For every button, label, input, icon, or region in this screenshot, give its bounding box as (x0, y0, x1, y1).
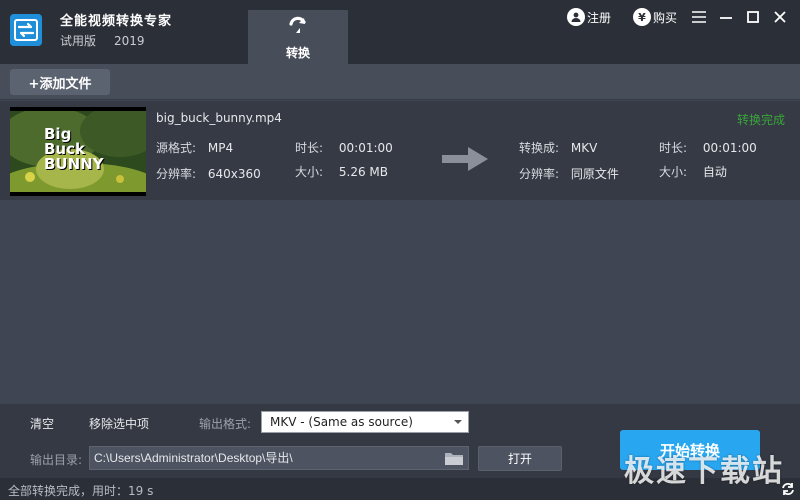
register-link[interactable]: 注册 (567, 6, 611, 28)
folder-icon[interactable] (444, 450, 464, 466)
status-bar: 全部转换完成，用时：19 s (0, 478, 800, 500)
status-badge: 转换完成 (737, 113, 786, 127)
minimize-icon[interactable] (717, 8, 735, 26)
target-resolution-key: 分辨率: (519, 167, 560, 181)
source-resolution: 分辨率: 640x360 (156, 165, 261, 182)
open-button[interactable]: 打开 (478, 446, 562, 471)
menu-icon[interactable] (690, 8, 708, 26)
output-dir-field[interactable]: C:\Users\Administrator\Desktop\导出\ (89, 446, 469, 470)
source-duration-key: 时长: (295, 141, 324, 155)
target-size: 大小: 自动 (659, 163, 727, 180)
target-resolution-value: 同原文件 (570, 167, 619, 181)
source-format-key: 源格式: (156, 141, 197, 155)
title-bar: 全能视频转换专家 试用版 2019 转换 注册 ¥ 购买 (0, 0, 800, 64)
bottom-panel: 清空 移除选中项 输出格式: MKV - (Same as source) 输出… (0, 404, 800, 478)
source-size-key: 大小: (295, 165, 324, 179)
buy-label: 购买 (653, 10, 678, 25)
close-icon[interactable] (771, 8, 789, 26)
source-format: 源格式: MP4 (156, 139, 233, 156)
edition-year: 2019 (114, 34, 145, 48)
chevron-down-icon (454, 420, 462, 424)
target-format-key: 转换成: (519, 141, 560, 155)
output-format-value: MKV - (Same as source) (270, 415, 413, 429)
video-thumbnail: Big Buck BUNNY (10, 107, 146, 196)
buy-link[interactable]: ¥ 购买 (633, 6, 677, 28)
source-size-value: 5.26 MB (338, 165, 388, 179)
user-icon (567, 8, 585, 26)
source-resolution-value: 640x360 (207, 167, 261, 181)
output-format-label: 输出格式: (199, 417, 252, 431)
convert-arrow-icon (289, 16, 306, 33)
clear-button[interactable]: 清空 (30, 415, 54, 432)
source-duration-value: 00:01:00 (338, 141, 393, 155)
maximize-icon[interactable] (744, 8, 762, 26)
status-text: 全部转换完成，用时：19 s (8, 484, 154, 498)
top-actions: 注册 ¥ 购买 (560, 6, 800, 28)
app-logo-icon (10, 14, 42, 46)
tab-convert-label: 转换 (285, 46, 310, 60)
refresh-icon[interactable] (780, 481, 796, 497)
target-format[interactable]: 转换成: MKV (519, 139, 597, 156)
output-dir-value: C:\Users\Administrator\Desktop\导出\ (94, 451, 293, 465)
source-duration: 时长: 00:01:00 (295, 139, 393, 156)
toolbar: +添加文件 (0, 64, 800, 100)
file-list: Big Buck BUNNY big_buck_bunny.mp4 源格式: M… (0, 101, 800, 404)
register-label: 注册 (587, 10, 612, 25)
file-row[interactable]: Big Buck BUNNY big_buck_bunny.mp4 源格式: M… (0, 101, 800, 200)
output-format-select[interactable]: MKV - (Same as source) (261, 411, 469, 433)
target-duration: 时长: 00:01:00 (659, 139, 757, 156)
yen-icon: ¥ (633, 8, 651, 26)
add-file-button[interactable]: +添加文件 (10, 69, 110, 95)
remove-selected-button[interactable]: 移除选中项 (89, 415, 149, 432)
source-size: 大小: 5.26 MB (295, 163, 388, 180)
source-resolution-key: 分辨率: (156, 167, 197, 181)
target-format-value: MKV (570, 141, 598, 155)
app-title: 全能视频转换专家 (60, 14, 173, 29)
target-resolution: 分辨率: 同原文件 (519, 165, 619, 182)
file-name: big_buck_bunny.mp4 (156, 111, 282, 125)
arrow-right-icon (442, 147, 488, 171)
target-duration-key: 时长: (659, 141, 688, 155)
source-format-value: MP4 (207, 141, 234, 155)
edition-label: 试用版 (60, 34, 97, 48)
target-size-key: 大小: (659, 165, 688, 179)
thumbnail-title: Big Buck BUNNY (44, 125, 104, 173)
tab-convert[interactable]: 转换 (248, 10, 348, 64)
target-size-value: 自动 (702, 165, 727, 179)
target-duration-value: 00:01:00 (702, 141, 757, 155)
app-edition: 试用版 2019 (60, 32, 145, 49)
start-convert-button[interactable]: 开始转换 (620, 430, 760, 470)
output-dir-label: 输出目录: (30, 453, 83, 467)
